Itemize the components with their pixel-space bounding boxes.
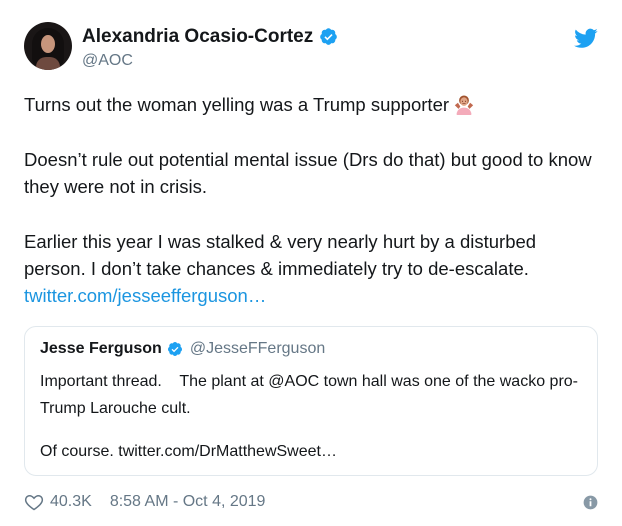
verified-badge-icon [320, 28, 338, 45]
avatar-face [41, 35, 55, 53]
tweet-paragraph-3-text: Earlier this year I was stalked & very n… [24, 231, 537, 279]
tweet-paragraph-3: Earlier this year I was stalked & very n… [24, 228, 594, 309]
tweet-text: Turns out the woman yelling was a Trump … [24, 91, 594, 309]
author-handle[interactable]: @AOC [82, 52, 133, 70]
twitter-bird-icon[interactable] [574, 26, 598, 50]
quoted-paragraph-2: Of course. twitter.com/DrMatthewSweet… [40, 443, 337, 460]
quoted-tweet-text: Important thread. The plant at @AOC town… [40, 368, 580, 465]
quoted-tweet[interactable]: Jesse Ferguson @JesseFFerguson Important… [24, 326, 598, 476]
quoted-author-handle[interactable]: @JesseFFerguson [190, 340, 325, 358]
author-display-name[interactable]: Alexandria Ocasio-Cortez [82, 27, 313, 46]
woman-shrugging-emoji-icon [454, 95, 474, 115]
quoted-paragraph-1: Important thread. The plant at @AOC town… [40, 373, 578, 417]
quoted-author-name[interactable]: Jesse Ferguson [40, 340, 162, 358]
heart-icon[interactable] [24, 492, 44, 512]
info-icon[interactable] [583, 495, 598, 510]
tweet-paragraph: Turns out the woman yelling was a Trump … [24, 91, 594, 118]
author-name-row: Alexandria Ocasio-Cortez [82, 27, 338, 46]
avatar[interactable] [24, 22, 72, 70]
tweet-paragraph-1: Turns out the woman yelling was a Trump … [24, 94, 450, 115]
verified-badge-icon [167, 342, 182, 356]
like-count[interactable]: 40.3K [50, 493, 92, 511]
tweet-timestamp[interactable]: 8:58 AM - Oct 4, 2019 [110, 493, 266, 511]
tweet-paragraph-2: Doesn’t rule out potential mental issue … [24, 149, 592, 197]
tweet-footer: 40.3K 8:58 AM - Oct 4, 2019 [24, 490, 598, 514]
tweet-link[interactable]: twitter.com/jesseefferguson… [24, 285, 266, 306]
quoted-tweet-header: Jesse Ferguson @JesseFFerguson [40, 340, 325, 358]
embedded-tweet: Alexandria Ocasio-Cortez @AOC Turns out … [0, 0, 622, 526]
avatar-shirt [36, 57, 60, 70]
